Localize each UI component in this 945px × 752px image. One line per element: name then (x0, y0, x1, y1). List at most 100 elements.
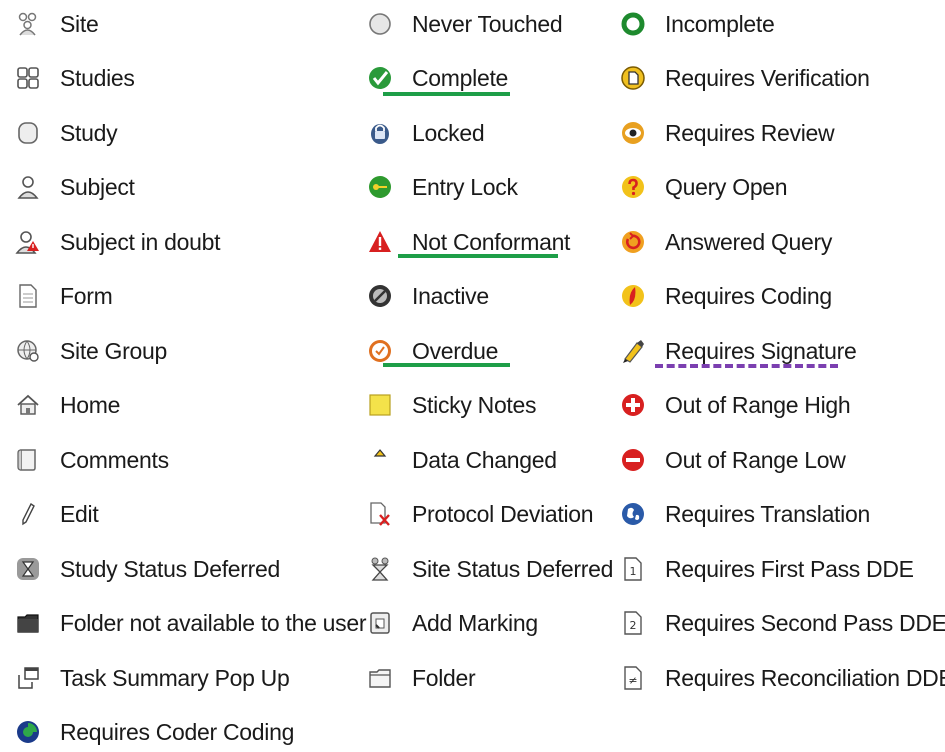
legend-item: Requires Coding (617, 276, 832, 316)
add-marking-icon (364, 607, 396, 639)
legend-label: Data Changed (412, 446, 557, 473)
legend-label: Study Status Deferred (60, 555, 280, 582)
legend-label: Comments (60, 446, 169, 473)
legend-item: Task Summary Pop Up (12, 658, 290, 698)
legend-item: Home (12, 385, 120, 425)
legend-label: Overdue (412, 337, 499, 364)
folder-dark-icon (12, 607, 44, 639)
legend-label: Requires Signature (665, 337, 857, 364)
subject-doubt-icon (12, 226, 44, 258)
legend-item: Form (12, 276, 113, 316)
requires-coding-icon (617, 280, 649, 312)
legend-item: Study Status Deferred (12, 549, 280, 589)
legend-item: Locked (364, 113, 485, 153)
legend-label: Out of Range Low (665, 446, 846, 473)
svg-text:≠: ≠ (628, 674, 637, 687)
legend-label: Never Touched (412, 10, 563, 37)
legend-item: 2 Requires Second Pass DDE (617, 603, 945, 643)
locked-padlock-icon (364, 117, 396, 149)
coder-coding-icon (12, 716, 44, 748)
site-group-people-icon (12, 8, 44, 40)
legend-item: Subject in doubt (12, 222, 220, 262)
hourglass-icon (12, 553, 44, 585)
legend-item: Folder not available to the user (12, 603, 367, 643)
legend-item: Site (12, 4, 99, 44)
legend-item: Incomplete (617, 4, 775, 44)
legend-label: Not Conformant (412, 228, 571, 255)
study-cylinder-icon (12, 117, 44, 149)
legend-label: Requires Second Pass DDE (665, 609, 945, 636)
legend-label: Add Marking (412, 609, 538, 636)
never-touched-circle-icon (364, 8, 396, 40)
overdue-highlight-underline (383, 363, 510, 367)
legend-item: Site Group (12, 331, 167, 371)
task-popup-icon (12, 662, 44, 694)
legend-item: Edit (12, 494, 99, 534)
legend-item: Out of Range High (617, 385, 851, 425)
legend-label: Subject in doubt (60, 228, 221, 255)
legend-item: 1 Requires First Pass DDE (617, 549, 914, 589)
legend-label: Study (60, 119, 118, 146)
legend-label: Site Group (60, 337, 167, 364)
legend-item: Comments (12, 440, 169, 480)
legend-item: Entry Lock (364, 167, 518, 207)
legend-item: Protocol Deviation (364, 494, 594, 534)
legend-label: Requires Verification (665, 64, 870, 91)
status-icon-legend: Site Studies Study Subject Subject in do… (0, 0, 945, 745)
requires-translation-globe-icon (617, 498, 649, 530)
svg-text:1: 1 (630, 565, 637, 578)
legend-item: Studies (12, 58, 135, 98)
legend-item: Requires Review (617, 113, 835, 153)
legend-item: ≠ Requires Reconciliation DDE (617, 658, 945, 698)
comments-icon (12, 444, 44, 476)
edit-pencil-icon (12, 498, 44, 530)
legend-label: Folder (412, 664, 476, 691)
legend-label: Folder not available to the user (60, 609, 367, 636)
legend-item: Query Open (617, 167, 788, 207)
legend-label: Locked (412, 119, 485, 146)
first-pass-dde-icon: 1 (617, 553, 649, 585)
entry-lock-key-icon (364, 171, 396, 203)
inactive-circle-icon (364, 280, 396, 312)
answered-query-icon (617, 226, 649, 258)
data-changed-triangle-icon (364, 444, 396, 476)
requires-signature-pen-icon (617, 335, 649, 367)
legend-label: Requires Reconciliation DDE (665, 664, 945, 691)
legend-label: Site (60, 10, 99, 37)
legend-item: Study (12, 113, 118, 153)
form-document-icon (12, 280, 44, 312)
studies-grid-icon (12, 62, 44, 94)
legend-label: Incomplete (665, 10, 775, 37)
requires-review-eye-icon (617, 117, 649, 149)
legend-label: Requires Coder Coding (60, 718, 295, 745)
legend-label: Site Status Deferred (412, 555, 614, 582)
legend-item: Never Touched (364, 4, 563, 44)
legend-label: Answered Query (665, 228, 833, 255)
site-hourglass-icon (364, 553, 396, 585)
legend-label: Requires Review (665, 119, 835, 146)
legend-label: Edit (60, 500, 99, 527)
legend-item: Requires Translation (617, 494, 870, 534)
legend-label: Sticky Notes (412, 391, 537, 418)
legend-item: Requires Coder Coding (12, 712, 294, 752)
legend-item: Data Changed (364, 440, 557, 480)
legend-item: Out of Range Low (617, 440, 846, 480)
legend-label: Entry Lock (412, 173, 518, 200)
incomplete-ring-icon (617, 8, 649, 40)
legend-label: Home (60, 391, 121, 418)
home-icon (12, 389, 44, 421)
legend-label: Requires First Pass DDE (665, 555, 914, 582)
legend-label: Form (60, 282, 113, 309)
legend-label: Complete (412, 64, 509, 91)
legend-item: Site Status Deferred (364, 549, 613, 589)
legend-label: Studies (60, 64, 135, 91)
legend-label: Query Open (665, 173, 788, 200)
legend-label: Task Summary Pop Up (60, 664, 290, 691)
complete-check-icon (364, 62, 396, 94)
folder-icon (364, 662, 396, 694)
legend-item: Answered Query (617, 222, 832, 262)
legend-item: Folder (364, 658, 476, 698)
legend-label: Subject (60, 173, 135, 200)
not-conformant-warning-icon (364, 226, 396, 258)
subject-person-icon (12, 171, 44, 203)
